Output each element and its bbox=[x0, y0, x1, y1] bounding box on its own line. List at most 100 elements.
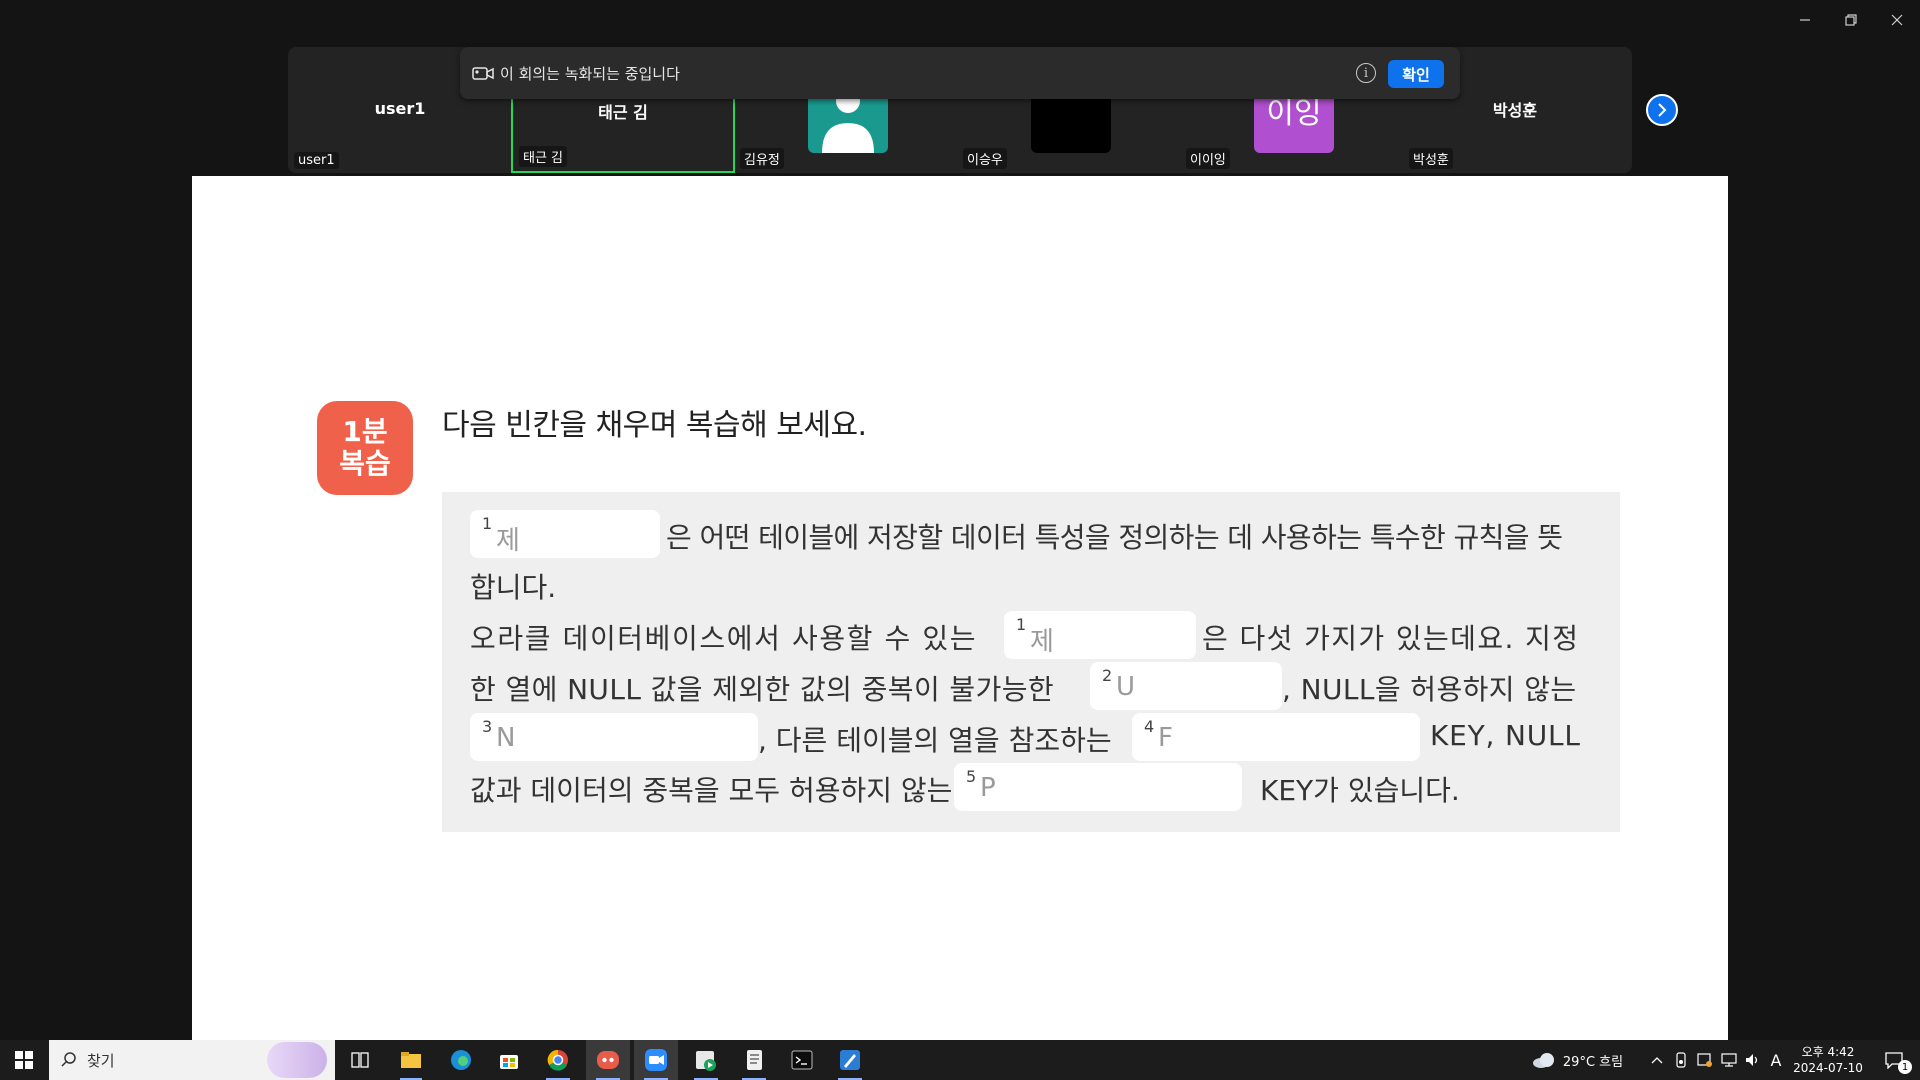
blank-2: 2 U bbox=[1090, 662, 1282, 710]
search-placeholder: 찾기 bbox=[87, 1051, 115, 1070]
edge-icon bbox=[451, 1050, 471, 1070]
blank-number: 1 bbox=[482, 514, 493, 533]
device-icon bbox=[1676, 1052, 1686, 1068]
participant-name: 태근 김 bbox=[598, 103, 648, 122]
notification-center-button[interactable]: 1 bbox=[1874, 1040, 1914, 1080]
text-line: 오라클 데이터베이스에서 사용할 수 있는 bbox=[470, 622, 978, 655]
cloud-icon bbox=[1532, 1053, 1554, 1068]
confirm-button[interactable]: 확인 bbox=[1388, 60, 1444, 88]
blank-hint: U bbox=[1116, 672, 1136, 702]
task-view-button[interactable] bbox=[340, 1040, 380, 1080]
participant-name: 박성훈 bbox=[1492, 101, 1538, 120]
badge-line-1: 1분 bbox=[342, 415, 388, 448]
network-button[interactable] bbox=[1718, 1040, 1740, 1080]
input-method-button[interactable]: A bbox=[1764, 1040, 1788, 1080]
slide-title: 다음 빈칸을 채우며 복습해 보세요. bbox=[442, 408, 867, 443]
discord-button[interactable] bbox=[586, 1040, 630, 1080]
store-icon bbox=[500, 1055, 518, 1069]
video-feed bbox=[1031, 99, 1111, 153]
close-icon bbox=[1891, 14, 1903, 26]
person-icon bbox=[822, 99, 874, 153]
info-icon[interactable]: i bbox=[1356, 63, 1376, 83]
discord-icon bbox=[597, 1051, 619, 1069]
blank-hint: P bbox=[980, 773, 996, 803]
taskbar: 찾기 29°C 흐림 A 오후 4:42 2024-07-10 1 bbox=[0, 1040, 1920, 1080]
minimize-icon bbox=[1800, 19, 1810, 21]
zoom-button[interactable] bbox=[634, 1040, 678, 1080]
participant-label: user1 bbox=[294, 152, 339, 169]
store-button[interactable] bbox=[488, 1040, 530, 1080]
text-avatar: 이잉 bbox=[1254, 99, 1334, 153]
next-participants-button[interactable] bbox=[1646, 94, 1678, 126]
recording-notice-text: 이 회의는 녹화되는 중입니다 bbox=[500, 64, 680, 83]
clock[interactable]: 오후 4:42 2024-07-10 bbox=[1790, 1040, 1866, 1080]
person-avatar bbox=[808, 99, 888, 153]
participant-label: 이이잉 bbox=[1186, 148, 1230, 169]
ime-indicator: A bbox=[1770, 1050, 1782, 1070]
participant-name: user1 bbox=[374, 99, 426, 118]
zoom-icon bbox=[645, 1049, 667, 1071]
taskbar-search[interactable]: 찾기 bbox=[49, 1040, 335, 1080]
recording-camera-icon bbox=[472, 67, 494, 80]
blank-hint: F bbox=[1158, 723, 1173, 753]
blank-5: 5 P bbox=[954, 763, 1242, 811]
tray-security-button[interactable] bbox=[1694, 1040, 1716, 1080]
text-line: 은 다섯 가지가 있는데요. 지정 bbox=[1202, 622, 1580, 655]
edge-button[interactable] bbox=[440, 1040, 482, 1080]
fill-in-panel: 1 제 은 어떤 테이블에 저장할 데이터 특성을 정의하는 데 사용하는 특수… bbox=[442, 492, 1620, 832]
window-controls bbox=[1782, 0, 1920, 40]
text-line: , NULL을 허용하지 않는 bbox=[1282, 673, 1577, 706]
terminal-button[interactable] bbox=[780, 1040, 824, 1080]
chrome-button[interactable] bbox=[536, 1040, 580, 1080]
text-line: 은 어떤 테이블에 저장할 데이터 특성을 정의하는 데 사용하는 특수한 규칙… bbox=[666, 521, 1563, 554]
windows-logo-icon bbox=[15, 1051, 33, 1069]
clock-time: 오후 4:42 bbox=[1801, 1045, 1855, 1059]
weather-text: 29°C 흐림 bbox=[1562, 1054, 1624, 1070]
text-line: , 다른 테이블의 열을 참조하는 bbox=[758, 724, 1112, 757]
start-button[interactable] bbox=[0, 1040, 48, 1080]
restore-icon bbox=[1845, 14, 1857, 26]
review-badge: 1분 복습 bbox=[317, 401, 413, 495]
text-line: KEY가 있습니다. bbox=[1260, 774, 1460, 807]
notification-count-badge: 1 bbox=[1898, 1060, 1912, 1074]
media-player-icon bbox=[696, 1051, 716, 1071]
file-explorer-button[interactable] bbox=[390, 1040, 432, 1080]
search-icon bbox=[61, 1052, 76, 1067]
shield-alert-icon bbox=[1697, 1053, 1712, 1067]
minimize-button[interactable] bbox=[1782, 0, 1828, 40]
paint-app-button[interactable] bbox=[828, 1040, 872, 1080]
close-button[interactable] bbox=[1874, 0, 1920, 40]
media-app-button[interactable] bbox=[684, 1040, 728, 1080]
task-view-icon bbox=[351, 1052, 369, 1068]
blank-1-repeat: 1 제 bbox=[1004, 611, 1196, 659]
blank-4: 4 F bbox=[1132, 713, 1420, 761]
clock-date: 2024-07-10 bbox=[1793, 1061, 1863, 1075]
folder-icon bbox=[401, 1052, 421, 1068]
weather-widget[interactable]: 29°C 흐림 bbox=[1524, 1040, 1630, 1080]
notes-icon bbox=[747, 1050, 762, 1070]
show-hidden-icons-button[interactable] bbox=[1646, 1040, 1668, 1080]
blank-number: 4 bbox=[1144, 717, 1155, 736]
blank-hint: 제 bbox=[496, 526, 520, 556]
search-highlight-image bbox=[267, 1042, 327, 1078]
participant-label: 이승우 bbox=[963, 148, 1007, 169]
blank-hint: 제 bbox=[1030, 627, 1054, 657]
text-line: 합니다. bbox=[470, 571, 557, 604]
participant-label: 박성훈 bbox=[1409, 148, 1453, 169]
volume-button[interactable] bbox=[1742, 1040, 1764, 1080]
tray-app-button[interactable] bbox=[1670, 1040, 1692, 1080]
badge-line-2: 복습 bbox=[339, 447, 391, 480]
text-line: KEY, NULL bbox=[1430, 719, 1581, 752]
shared-screen: 1분 복습 다음 빈칸을 채우며 복습해 보세요. 1 제 은 어떤 테이블에 … bbox=[192, 176, 1728, 1040]
text-line: 한 열에 NULL 값을 제외한 값의 중복이 불가능한 bbox=[470, 673, 1055, 706]
participant-label: 태근 김 bbox=[519, 146, 568, 167]
notes-app-button[interactable] bbox=[732, 1040, 776, 1080]
speaker-icon bbox=[1746, 1054, 1758, 1066]
recording-notice-banner: 이 회의는 녹화되는 중입니다 i 확인 bbox=[460, 47, 1460, 99]
restore-button[interactable] bbox=[1828, 0, 1874, 40]
chevron-right-icon bbox=[1658, 103, 1667, 117]
blank-number: 2 bbox=[1102, 666, 1113, 685]
chevron-up-icon bbox=[1651, 1057, 1663, 1064]
blank-number: 1 bbox=[1016, 615, 1027, 634]
blank-number: 5 bbox=[966, 767, 977, 786]
